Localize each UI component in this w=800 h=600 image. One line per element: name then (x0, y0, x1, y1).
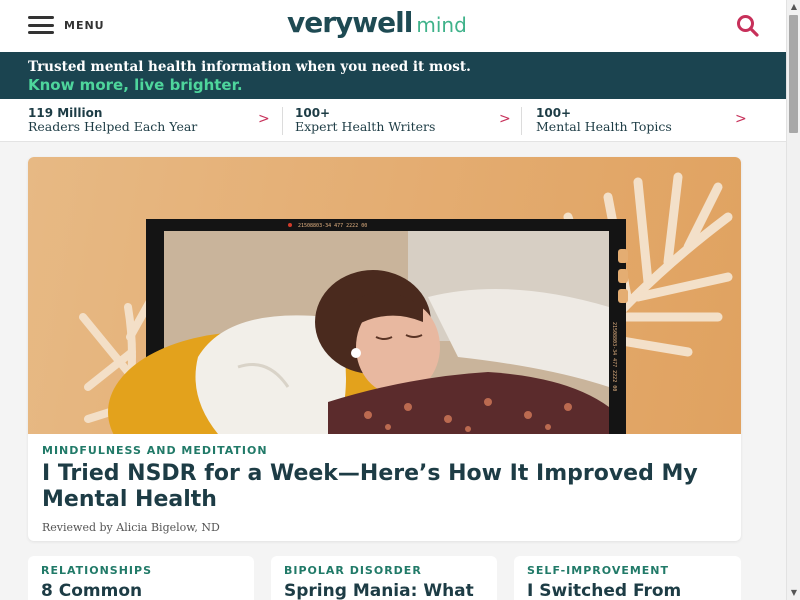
article-card-bipolar[interactable]: BIPOLAR DISORDER Spring Mania: What (271, 556, 497, 600)
earbud (351, 348, 361, 358)
search-button[interactable] (735, 13, 761, 39)
chevron-right-icon: > (258, 111, 270, 127)
article-category[interactable]: MINDFULNESS AND MEDITATION (42, 444, 727, 457)
stat-divider (521, 107, 522, 135)
article-category: RELATIONSHIPS (41, 564, 153, 577)
chevron-right-icon: > (499, 111, 511, 127)
article-title[interactable]: I Tried NSDR for a Week—Here’s How It Im… (42, 461, 727, 513)
hero-illustration: 21508803-34 477 2222 00 21508803-34 477 … (79, 172, 733, 434)
hero-article-card[interactable]: 21508803-34 477 2222 00 21508803-34 477 … (28, 157, 741, 541)
stat-readers[interactable]: 119 Million Readers Helped Each Year > (28, 99, 270, 142)
stat-topics[interactable]: 100+ Mental Health Topics > (536, 99, 751, 142)
film-text-side: 21508803-34 477 2222 00 (611, 322, 617, 391)
stats-bar: 119 Million Readers Helped Each Year > 1… (0, 99, 786, 142)
site-logo[interactable]: verywell mind (287, 6, 467, 46)
stat-label: Mental Health Topics (536, 119, 672, 134)
article-title: 8 Common (41, 581, 143, 600)
search-icon (737, 15, 759, 37)
logo-sub-text: mind (416, 13, 467, 37)
page-scrollbar[interactable]: ▲ ▼ (786, 0, 800, 600)
film-text-top: 21508803-34 477 2222 00 (298, 223, 367, 229)
stat-number: 100+ (536, 106, 572, 120)
logo-main-text: verywell (287, 6, 413, 39)
banner-tagline: Trusted mental health information when y… (28, 59, 471, 75)
menu-label: MENU (64, 18, 105, 32)
stat-label: Readers Helped Each Year (28, 119, 198, 134)
stat-number: 100+ (295, 106, 331, 120)
article-category: BIPOLAR DISORDER (284, 564, 422, 577)
stat-label: Expert Health Writers (295, 119, 436, 134)
menu-button[interactable]: MENU (28, 15, 105, 35)
article-card-relationships[interactable]: RELATIONSHIPS 8 Common (28, 556, 254, 600)
hamburger-icon (28, 16, 54, 34)
chevron-right-icon: > (735, 111, 747, 127)
hero-image: 21508803-34 477 2222 00 21508803-34 477 … (28, 157, 741, 434)
promo-banner: Trusted mental health information when y… (0, 52, 786, 99)
article-title: Spring Mania: What (284, 581, 474, 600)
scroll-down-icon[interactable]: ▼ (787, 586, 800, 600)
hero-article-body: MINDFULNESS AND MEDITATION I Tried NSDR … (28, 434, 741, 541)
stat-number: 119 Million (28, 106, 103, 120)
scroll-up-icon[interactable]: ▲ (787, 0, 800, 14)
site-header: MENU verywell mind (0, 0, 786, 52)
stat-writers[interactable]: 100+ Expert Health Writers > (295, 99, 511, 142)
article-card-self-improvement[interactable]: SELF-IMPROVEMENT I Switched From (514, 556, 741, 600)
article-title: I Switched From (527, 581, 682, 600)
article-category: SELF-IMPROVEMENT (527, 564, 670, 577)
article-byline: Reviewed by Alicia Bigelow, ND (42, 521, 220, 534)
stat-divider (282, 107, 283, 135)
scrollbar-thumb[interactable] (789, 15, 798, 133)
banner-slogan: Know more, live brighter. (28, 76, 243, 94)
